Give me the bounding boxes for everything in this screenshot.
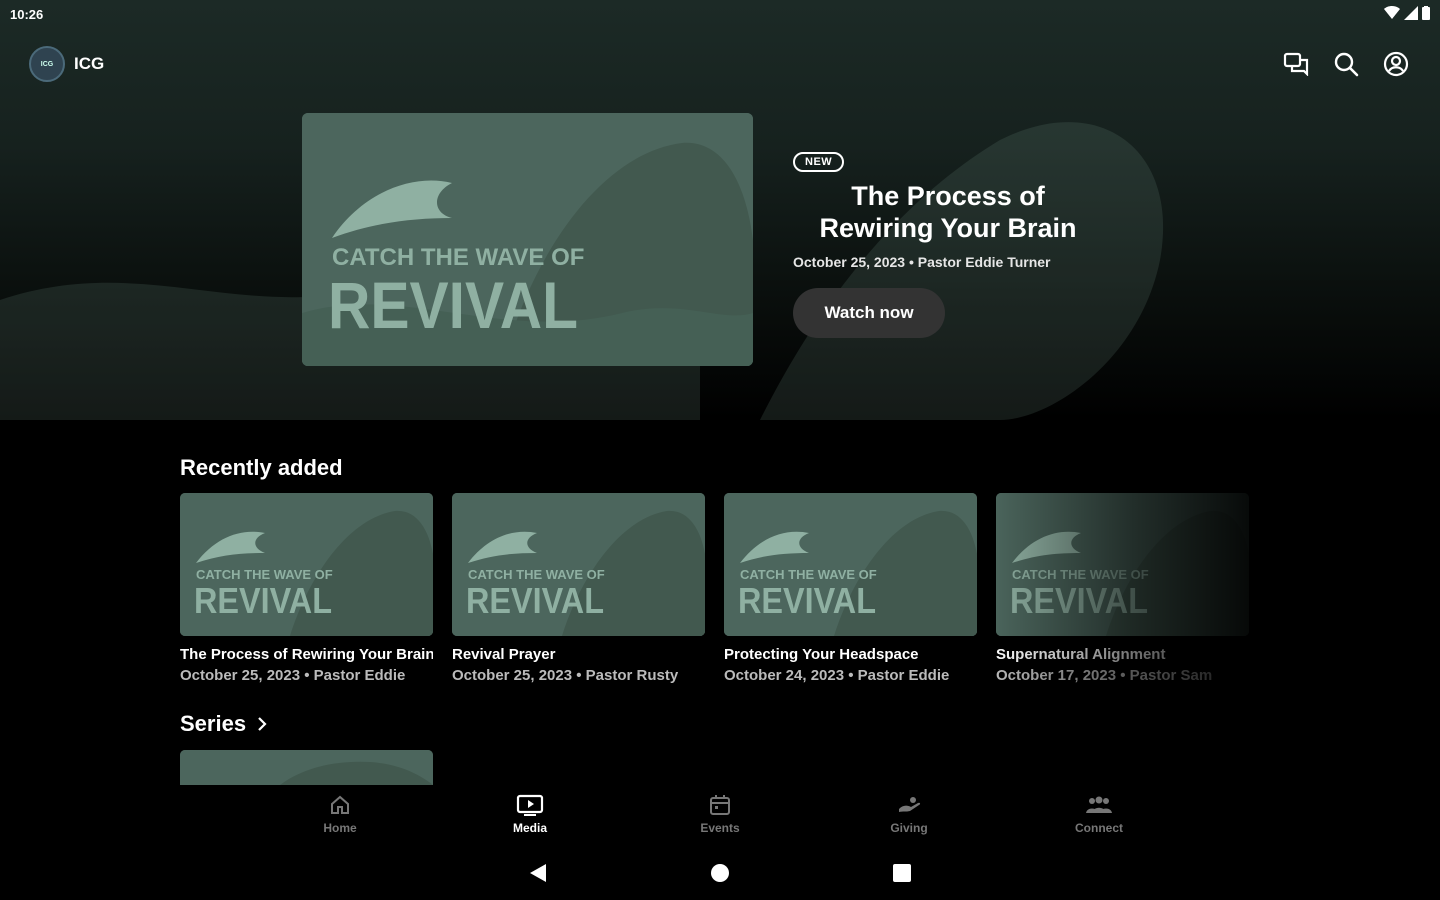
- chat-icon: [1283, 52, 1309, 76]
- nav-events[interactable]: Events: [670, 793, 770, 835]
- thumbnail-art-line2: REVIVAL: [738, 580, 876, 621]
- nav-media[interactable]: Media: [480, 793, 580, 835]
- app-bar: ICG ICG: [0, 44, 1440, 84]
- app-name: ICG: [74, 54, 105, 73]
- thumbnail-art-line2: REVIVAL: [466, 580, 604, 621]
- thumbnail-art: CATCH THE WAVE OF REVIVAL: [724, 493, 977, 636]
- nav-connect[interactable]: Connect: [1049, 793, 1149, 835]
- hero-art-line1: CATCH THE WAVE OF: [332, 244, 584, 271]
- wifi-icon: [1384, 6, 1400, 19]
- series-card[interactable]: [180, 750, 433, 785]
- chevron-right-icon: [258, 717, 267, 731]
- media-card-title: Revival Prayer: [452, 646, 556, 663]
- hero-thumbnail[interactable]: CATCH THE WAVE OF REVIVAL: [302, 113, 753, 366]
- new-badge: NEW: [793, 152, 845, 172]
- watch-now-button[interactable]: Watch now: [793, 288, 945, 338]
- hero-title: The Process of Rewiring Your Brain: [819, 181, 1077, 243]
- media-card-title: Protecting Your Headspace: [724, 646, 919, 663]
- nav-media-label: Media: [512, 821, 547, 835]
- status-icons: [1384, 6, 1430, 20]
- hero-meta: October 25, 2023 • Pastor Eddie Turner: [793, 254, 1051, 270]
- media-card-thumbnail: CATCH THE WAVE OF REVIVAL: [180, 493, 433, 636]
- giving-icon: [899, 797, 921, 812]
- back-icon[interactable]: [528, 862, 548, 884]
- media-card-title: The Process of Rewiring Your Brain: [180, 646, 433, 663]
- media-card-title: Supernatural Alignment: [996, 646, 1166, 663]
- series-title: Series: [180, 711, 247, 736]
- nav-connect-label: Connect: [1075, 821, 1123, 835]
- people-icon: [1086, 796, 1112, 813]
- account-icon: [1383, 51, 1409, 77]
- nav-home[interactable]: Home: [290, 793, 390, 835]
- media-card-thumbnail: CATCH THE WAVE OF REVIVAL: [996, 493, 1249, 636]
- media-card[interactable]: CATCH THE WAVE OF REVIVAL Supernatural A…: [996, 493, 1249, 693]
- media-card-meta: October 17, 2023 • Pastor Sam: [996, 667, 1213, 684]
- media-card-meta: October 24, 2023 • Pastor Eddie: [724, 667, 950, 684]
- thumbnail-art: CATCH THE WAVE OF REVIVAL: [452, 493, 705, 636]
- thumbnail-art: CATCH THE WAVE OF REVIVAL: [996, 493, 1249, 636]
- series-card-art: [180, 750, 433, 785]
- hero-thumbnail-art: CATCH THE WAVE OF REVIVAL: [302, 113, 753, 366]
- nav-home-label: Home: [323, 821, 357, 835]
- thumbnail-art-line2: REVIVAL: [1010, 580, 1148, 621]
- recently-added-list: CATCH THE WAVE OF REVIVAL The Process of…: [180, 493, 1250, 693]
- nav-giving-label: Giving: [890, 821, 928, 835]
- search-icon: [1334, 52, 1359, 77]
- cell-signal-icon: [1404, 6, 1418, 20]
- hero-info: NEW The Process of Rewiring Your Brain O…: [793, 152, 1103, 338]
- media-card-meta: October 25, 2023 • Pastor Rusty: [452, 667, 679, 684]
- nav-events-label: Events: [700, 821, 740, 835]
- media-card[interactable]: CATCH THE WAVE OF REVIVAL The Process of…: [180, 493, 433, 693]
- account-button[interactable]: [1382, 50, 1410, 78]
- thumbnail-art-line2: REVIVAL: [194, 580, 332, 621]
- app-logo-text: ICG: [40, 60, 54, 68]
- media-card-thumbnail: CATCH THE WAVE OF REVIVAL: [724, 493, 977, 636]
- nav-giving[interactable]: Giving: [859, 793, 959, 835]
- app-actions: [1282, 50, 1410, 78]
- home-icon: [331, 795, 349, 814]
- thumbnail-art: CATCH THE WAVE OF REVIVAL: [180, 493, 433, 636]
- recently-added-title: Recently added: [180, 455, 343, 480]
- media-card-meta: October 25, 2023 • Pastor Eddie: [180, 667, 406, 684]
- home-circle-icon[interactable]: [710, 862, 730, 884]
- calendar-icon: [710, 795, 730, 815]
- chat-button[interactable]: [1282, 50, 1310, 78]
- series-header-link[interactable]: Series: [180, 711, 268, 737]
- app-logo[interactable]: ICG: [29, 46, 65, 82]
- media-card[interactable]: CATCH THE WAVE OF REVIVAL Protecting You…: [724, 493, 977, 693]
- media-icon: [516, 794, 544, 816]
- status-time: 10:26: [10, 7, 44, 22]
- search-button[interactable]: [1332, 50, 1360, 78]
- status-bar: 10:26: [0, 0, 1440, 30]
- media-card[interactable]: CATCH THE WAVE OF REVIVAL Revival Prayer…: [452, 493, 705, 693]
- battery-icon: [1422, 6, 1430, 20]
- system-navigation: [0, 850, 1440, 900]
- media-card-thumbnail: CATCH THE WAVE OF REVIVAL: [452, 493, 705, 636]
- bottom-navigation: Home Media Events Giving Connect: [0, 785, 1440, 845]
- hero-art-line2: REVIVAL: [328, 268, 578, 342]
- recents-icon[interactable]: [892, 862, 912, 884]
